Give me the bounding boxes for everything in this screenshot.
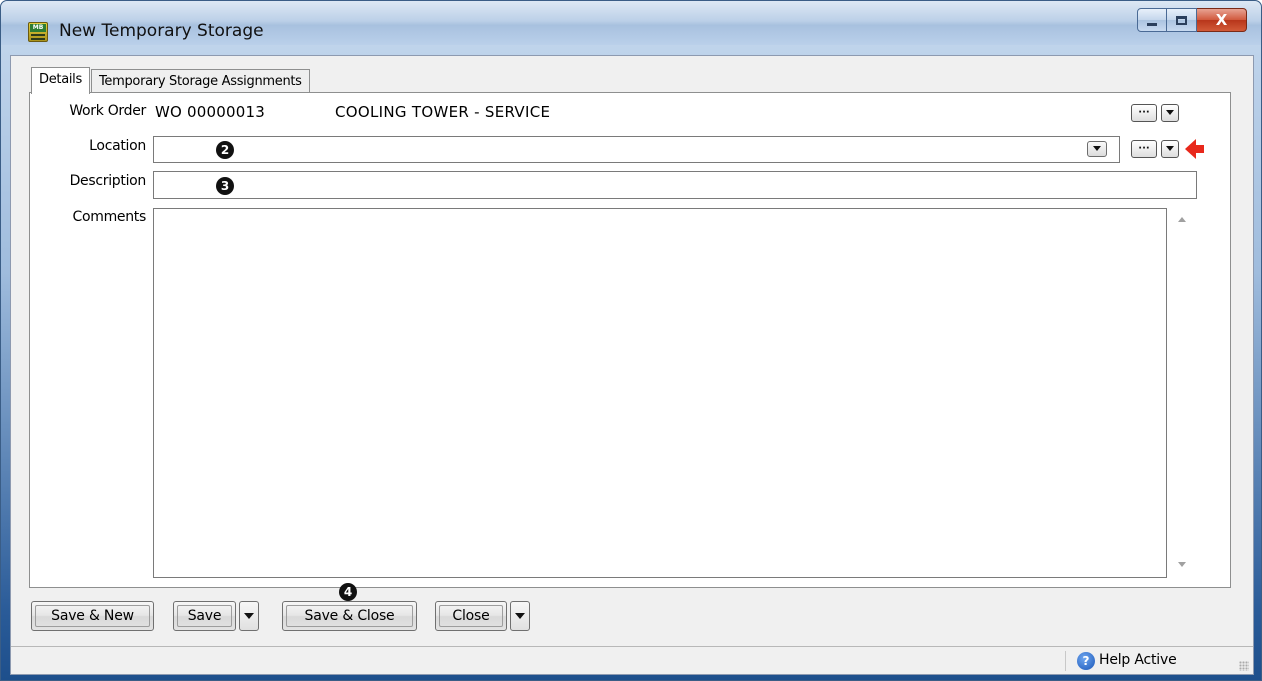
window-title: New Temporary Storage	[59, 21, 264, 41]
details-panel: Work Order WO 00000013 COOLING TOWER - S…	[29, 92, 1231, 588]
save-button[interactable]: Save	[173, 601, 236, 631]
tab-temporary-storage-assignments[interactable]: Temporary Storage Assignments	[90, 69, 310, 93]
title-bar[interactable]: MB New Temporary Storage X	[1, 1, 1261, 45]
maximize-icon	[1176, 15, 1187, 25]
minimize-icon	[1147, 22, 1157, 26]
location-dropdown-button[interactable]	[1161, 140, 1179, 158]
location-lookup-button[interactable]: ···	[1131, 140, 1157, 158]
app-mb-icon: MB	[28, 22, 48, 42]
status-text: Help Active	[1099, 652, 1177, 668]
minimize-button[interactable]	[1137, 8, 1167, 32]
save-and-new-button[interactable]: Save & New	[31, 601, 154, 631]
app-icon-text: MB	[30, 24, 46, 32]
location-combo-dropdown[interactable]	[1087, 141, 1107, 157]
scroll-down-icon[interactable]	[1178, 562, 1186, 567]
tab-strip: Details Temporary Storage Assignments	[31, 67, 311, 94]
chevron-down-icon	[244, 613, 254, 619]
status-bar: ? Help Active	[11, 646, 1253, 674]
callout-marker-2: 2	[216, 141, 234, 159]
save-dropdown-button[interactable]	[239, 601, 259, 631]
chevron-down-icon	[515, 613, 525, 619]
location-label: Location	[89, 138, 146, 154]
app-window: MB New Temporary Storage X Details Tempo…	[0, 0, 1262, 681]
close-window-button[interactable]: X	[1197, 8, 1247, 32]
maximize-button[interactable]	[1167, 8, 1197, 32]
callout-marker-3: 3	[216, 177, 234, 195]
work-order-dropdown-button[interactable]	[1161, 104, 1179, 122]
close-icon: X	[1215, 10, 1228, 29]
scroll-up-icon[interactable]	[1178, 217, 1186, 222]
description-input[interactable]	[153, 171, 1197, 199]
save-and-close-button[interactable]: Save & Close	[282, 601, 417, 631]
help-label[interactable]: Help	[1099, 652, 1130, 668]
close-dropdown-button[interactable]	[510, 601, 530, 631]
description-label: Description	[69, 173, 147, 189]
chevron-down-icon	[1166, 145, 1174, 151]
comments-textarea[interactable]	[153, 208, 1167, 578]
active-status-label: Active	[1134, 652, 1177, 668]
close-button[interactable]: Close	[435, 601, 507, 631]
work-order-label: Work Order	[69, 103, 146, 119]
window-client-area: Details Temporary Storage Assignments Wo…	[10, 55, 1254, 675]
comments-label: Comments	[72, 209, 147, 225]
chevron-down-icon	[1093, 146, 1101, 151]
tab-details[interactable]: Details	[31, 67, 90, 94]
help-icon[interactable]: ?	[1077, 652, 1095, 670]
work-order-number: WO 00000013	[155, 103, 265, 121]
work-order-lookup-button[interactable]: ···	[1131, 104, 1157, 122]
resize-grip-icon[interactable]	[1239, 661, 1249, 671]
chevron-down-icon	[1166, 109, 1174, 115]
work-order-description: COOLING TOWER - SERVICE	[335, 103, 551, 121]
callout-marker-4: 4	[339, 583, 357, 601]
location-input[interactable]	[153, 136, 1120, 163]
